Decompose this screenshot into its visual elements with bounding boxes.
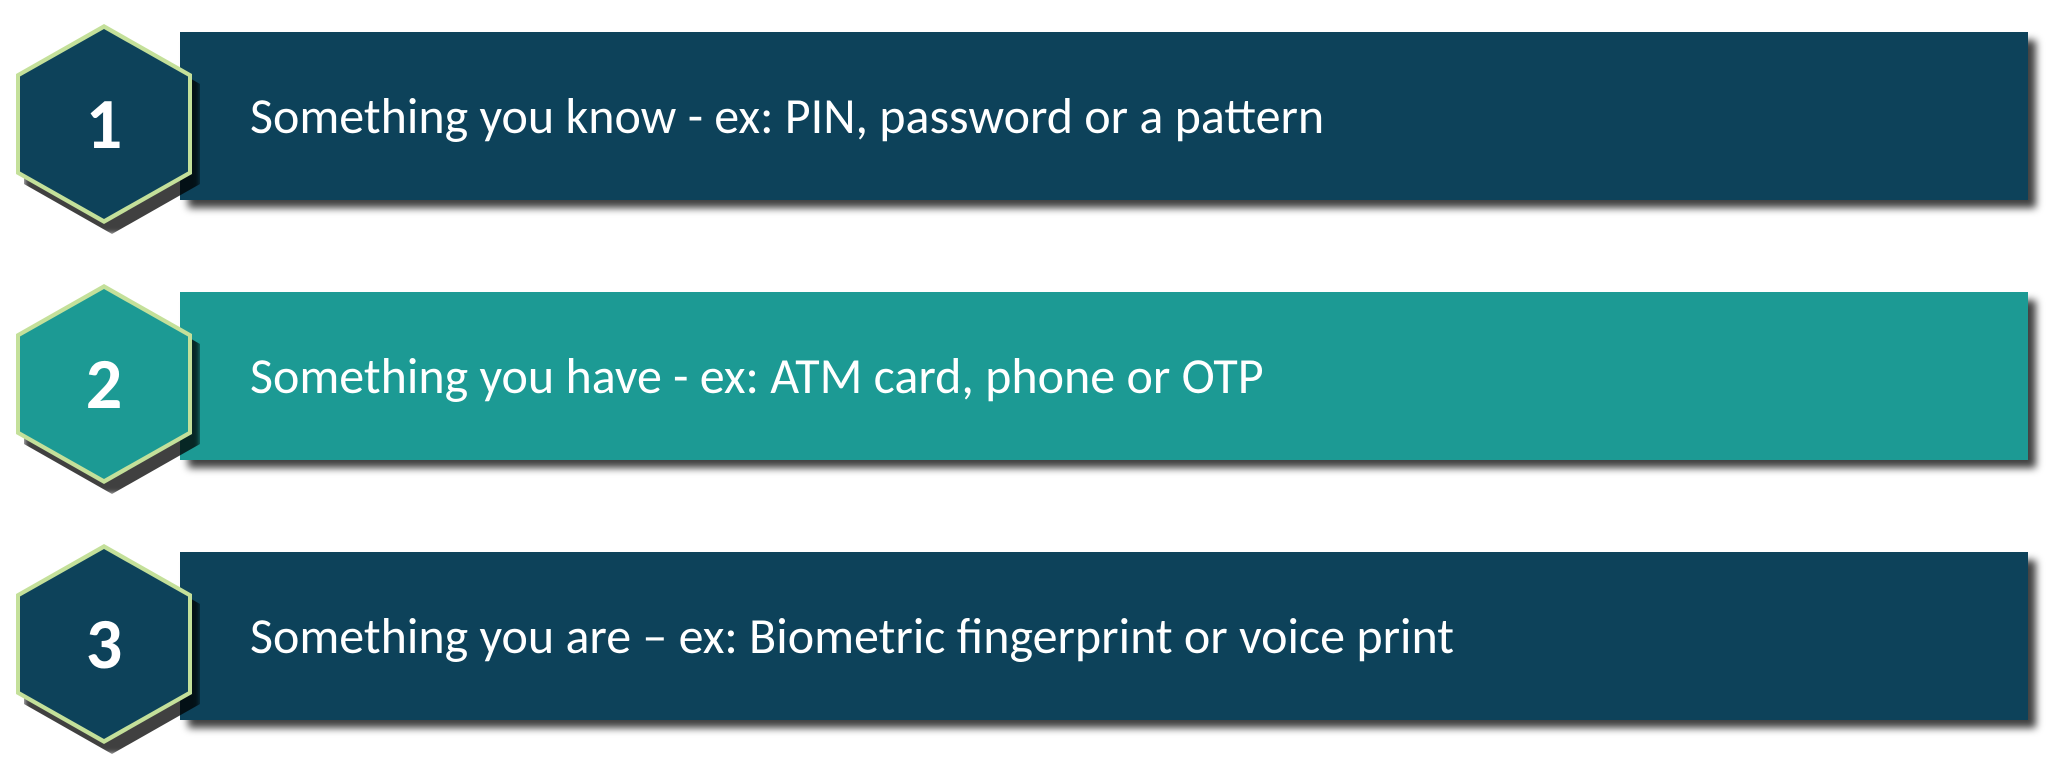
bar-2: Something you have - ex: ATM card, phone…: [180, 292, 2028, 460]
diagram-row-2: Something you have - ex: ATM card, phone…: [0, 284, 2048, 484]
diagram-row-1: Something you know - ex: PIN, password o…: [0, 24, 2048, 224]
diagram-row-3: Something you are – ex: Biometric finger…: [0, 544, 2048, 744]
hex-number-label: 2: [86, 340, 123, 428]
diagram-wrapper: Something you know - ex: PIN, password o…: [0, 0, 2048, 772]
bar-text: Something you know - ex: PIN, password o…: [250, 86, 1324, 147]
bar-3: Something you are – ex: Biometric finger…: [180, 552, 2028, 720]
bar-text: Something you are – ex: Biometric finger…: [250, 606, 1454, 667]
hex-number-label: 3: [86, 600, 123, 688]
bar-1: Something you know - ex: PIN, password o…: [180, 32, 2028, 200]
hex-number-label: 1: [86, 80, 123, 168]
bar-text: Something you have - ex: ATM card, phone…: [250, 346, 1264, 407]
